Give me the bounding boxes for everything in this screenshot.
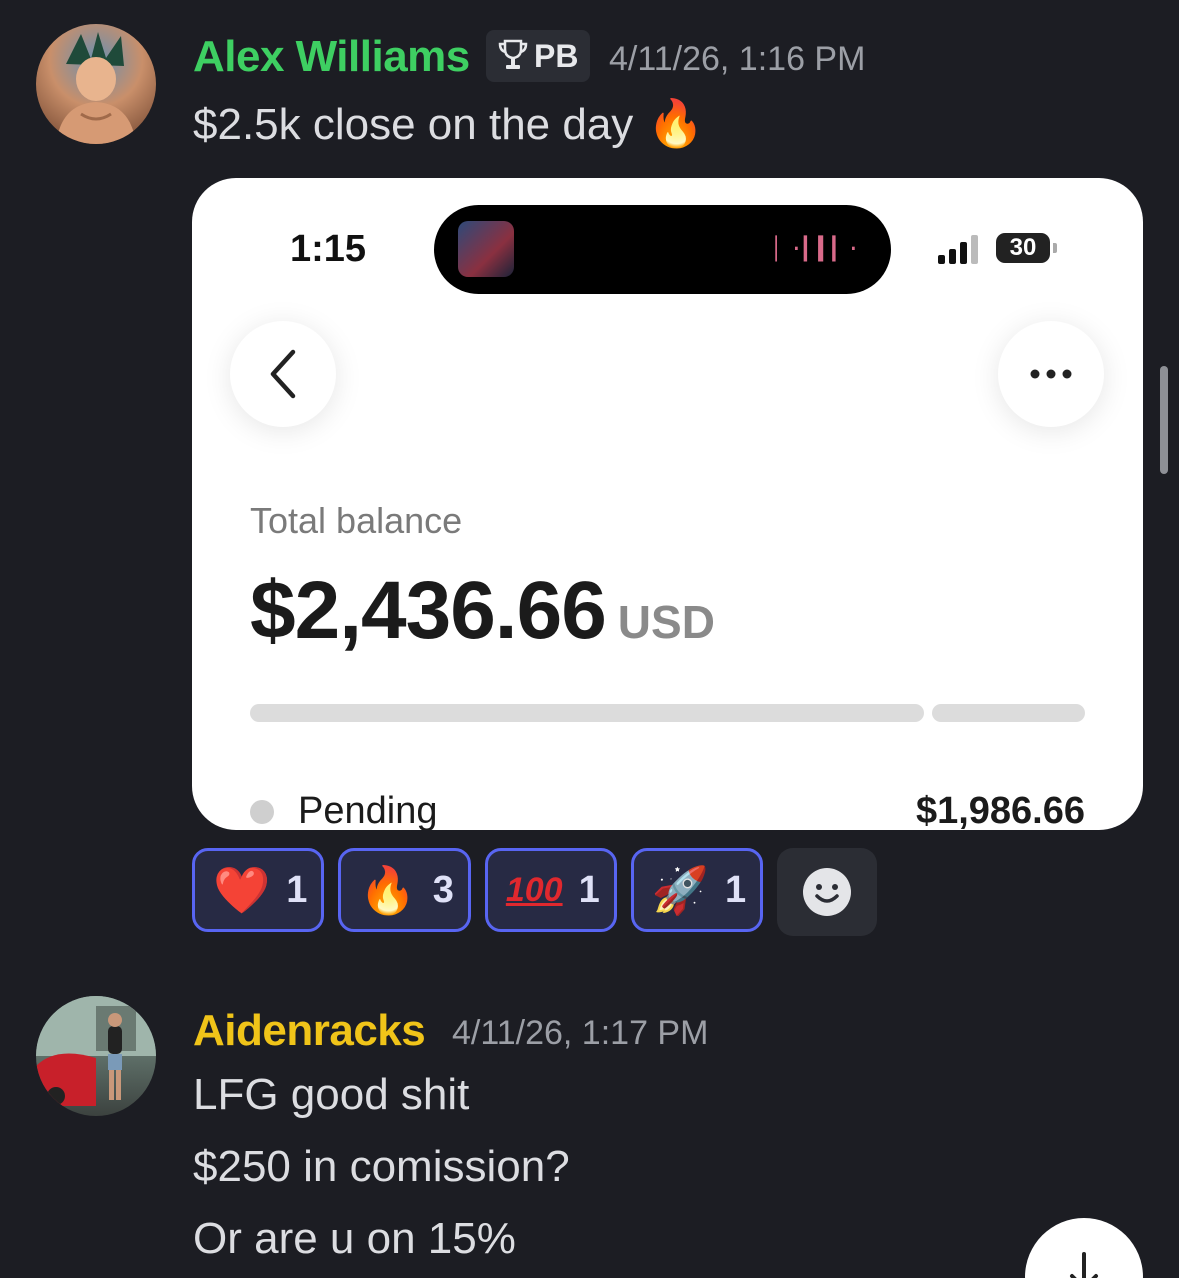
balance-breakdown-bar [250, 704, 1085, 722]
avatar[interactable] [36, 996, 156, 1116]
reaction-fire[interactable]: 🔥 3 [338, 848, 471, 932]
reactions-bar: ❤️ 1 🔥 3 100 1 🚀 1 [192, 848, 878, 936]
dynamic-island: ▏·▎▍▎· [434, 205, 891, 294]
heart-emoji: ❤️ [213, 864, 271, 916]
message-text: $2.5k close on the day [193, 100, 634, 149]
add-reaction-button[interactable] [777, 848, 878, 936]
reaction-rocket[interactable]: 🚀 1 [630, 848, 764, 932]
pending-amount: $1,986.66 [915, 790, 1085, 830]
chat-view: Alex Williams PB 4/11/26, 1:16 PM $2.5k … [0, 0, 1179, 1278]
available-segment [932, 704, 1085, 722]
audio-waveform-icon: ▏·▎▍▎· [775, 237, 861, 262]
pending-legend-dot [250, 800, 274, 824]
role-badge-label: PB [534, 37, 579, 74]
reaction-count: 1 [725, 868, 747, 911]
now-playing-artwork [458, 221, 514, 277]
more-options-button [998, 321, 1104, 427]
total-balance-amount: $2,436.66 USD [250, 564, 715, 658]
trophy-icon [498, 39, 528, 69]
message-text: LFG good shit [193, 1070, 470, 1119]
message-text: $250 in comission? [193, 1142, 570, 1191]
avatar-anime-character-image [56, 32, 136, 144]
cellular-signal-icon [938, 234, 978, 264]
reaction-hundred[interactable]: 100 1 [484, 848, 617, 932]
jump-to-present-button[interactable] [1025, 1218, 1143, 1278]
back-button [230, 321, 336, 427]
smiley-face-icon [803, 868, 852, 916]
reaction-count: 3 [432, 868, 454, 911]
hundred-points-emoji: 100 [505, 870, 563, 909]
fire-emoji: 🔥 [359, 864, 417, 916]
avatar-car-photo-image [36, 996, 156, 1106]
fire-emoji: 🔥 [647, 97, 705, 149]
role-badge[interactable]: PB [486, 30, 591, 82]
reaction-count: 1 [286, 868, 308, 911]
balance-currency: USD [617, 596, 715, 648]
message-timestamp: 4/11/26, 1:16 PM [609, 40, 866, 78]
scrollbar-thumb[interactable] [1160, 366, 1168, 474]
message-timestamp: 4/11/26, 1:17 PM [452, 1014, 709, 1052]
rocket-emoji: 🚀 [651, 864, 709, 916]
total-balance-label: Total balance [250, 500, 463, 541]
pending-segment [250, 704, 924, 722]
reaction-count: 1 [578, 868, 600, 911]
battery-icon: 30 [996, 233, 1057, 263]
pending-label: Pending [298, 790, 438, 830]
message-text: Or are u on 15% [193, 1214, 516, 1263]
arrow-down-icon [1070, 1252, 1098, 1278]
chevron-left-icon [270, 349, 296, 399]
status-bar-time: 1:15 [290, 228, 367, 270]
avatar[interactable] [36, 24, 156, 144]
reaction-heart[interactable]: ❤️ 1 [192, 848, 325, 932]
message-author[interactable]: Aidenracks [193, 1006, 426, 1056]
ellipsis-icon [1030, 369, 1072, 379]
image-attachment[interactable]: 1:15 ▏·▎▍▎· 30 Total balance $2,436.66 US… [192, 178, 1143, 830]
message-author[interactable]: Alex Williams [193, 32, 470, 82]
balance-value: $2,436.66 [250, 565, 607, 656]
message-content: $2.5k close on the day 🔥 [193, 96, 705, 151]
